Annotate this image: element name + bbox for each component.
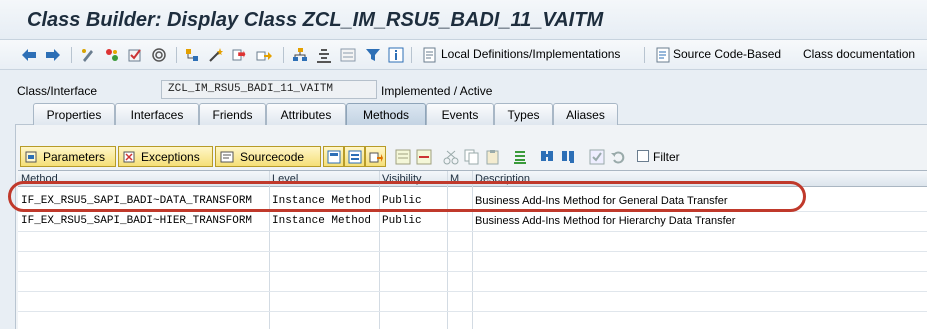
toolbar-separator: [71, 47, 72, 63]
class-interface-field[interactable]: ZCL_IM_RSU5_BADI_11_VAITM: [161, 80, 377, 99]
hierarchy-icon[interactable]: [291, 45, 309, 65]
exceptions-button[interactable]: Exceptions: [118, 146, 213, 167]
tab-properties[interactable]: Properties: [33, 103, 115, 125]
tab-attributes[interactable]: Attributes: [266, 103, 346, 125]
tab-events[interactable]: Events: [426, 103, 494, 125]
class-status: Implemented / Active: [381, 84, 493, 98]
back-arrow-icon[interactable]: [20, 45, 38, 65]
find-next-icon[interactable]: [557, 146, 578, 167]
tab-types[interactable]: Types: [494, 103, 553, 125]
toolbar-separator: [176, 47, 177, 63]
info-icon[interactable]: [387, 45, 405, 65]
method-cell[interactable]: IF_EX_RSU5_SAPI_BADI~DATA_TRANSFORM: [21, 195, 252, 207]
toolbar-separator: [411, 47, 412, 63]
class-interface-row: Class/Interface ZCL_IM_RSU5_BADI_11_VAIT…: [0, 79, 927, 101]
sourcecode-icon: [220, 151, 234, 162]
tab-friends[interactable]: Friends: [199, 103, 266, 125]
insert-row-icon[interactable]: [392, 146, 413, 167]
empty-row: [18, 232, 927, 252]
exceptions-icon: [123, 151, 135, 162]
copy-icon[interactable]: [461, 146, 482, 167]
align-center-icon[interactable]: [315, 45, 333, 65]
parameters-button[interactable]: Parameters: [20, 146, 116, 167]
window-title: Class Builder: Display Class ZCL_IM_RSU5…: [27, 9, 604, 31]
object-list-icon[interactable]: [183, 45, 201, 65]
layout-icon[interactable]: [339, 45, 357, 65]
empty-row: [18, 292, 927, 312]
active-inactive-icon[interactable]: [103, 45, 121, 65]
magic-wand-icon[interactable]: [207, 45, 225, 65]
methods-table: Method Level Visibility M Description IF…: [18, 170, 927, 329]
empty-row: [18, 272, 927, 292]
cut-icon[interactable]: [440, 146, 461, 167]
column-header-visibility[interactable]: Visibility: [382, 173, 422, 185]
insert-object-icon[interactable]: [255, 45, 273, 65]
level-cell[interactable]: Instance Method: [272, 215, 371, 227]
local-definitions-icon[interactable]: [421, 45, 439, 65]
column-header-level[interactable]: Level: [272, 173, 298, 185]
filter-label: Filter: [653, 150, 680, 164]
tab-strip: Properties Interfaces Friends Attributes…: [0, 103, 927, 125]
sourcecode-label: Sourcecode: [240, 149, 305, 164]
filter-checkbox[interactable]: [637, 150, 649, 162]
table-row[interactable]: IF_EX_RSU5_SAPI_BADI~DATA_TRANSFORM Inst…: [18, 192, 927, 212]
application-toolbar: Local Definitions/Implementations Source…: [0, 40, 927, 70]
check-entries-icon[interactable]: [586, 146, 607, 167]
exceptions-label: Exceptions: [141, 149, 200, 164]
redefine-icon[interactable]: [365, 146, 386, 167]
source-code-icon[interactable]: [655, 45, 671, 65]
title-bar: Class Builder: Display Class ZCL_IM_RSU5…: [0, 0, 927, 40]
description-cell[interactable]: Business Add-Ins Method for General Data…: [475, 195, 728, 207]
column-header-m[interactable]: M: [450, 173, 459, 185]
local-definitions-button[interactable]: Local Definitions/Implementations: [441, 47, 620, 61]
description-cell[interactable]: Business Add-Ins Method for Hierarchy Da…: [475, 215, 735, 227]
forward-arrow-icon[interactable]: [44, 45, 62, 65]
check-icon[interactable]: [126, 45, 144, 65]
toolbar-separator: [283, 47, 284, 63]
filter-icon[interactable]: [364, 45, 382, 65]
empty-row: [18, 252, 927, 272]
paste-icon[interactable]: [482, 146, 503, 167]
sort-icon[interactable]: [509, 146, 530, 167]
delete-row-icon[interactable]: [413, 146, 434, 167]
class-interface-label: Class/Interface: [17, 84, 98, 98]
tab-aliases[interactable]: Aliases: [553, 103, 618, 125]
method-cell[interactable]: IF_EX_RSU5_SAPI_BADI~HIER_TRANSFORM: [21, 215, 252, 227]
visibility-cell[interactable]: Public: [382, 215, 422, 227]
navigation-icon[interactable]: [230, 45, 248, 65]
method-detail-icon[interactable]: [323, 146, 344, 167]
level-cell[interactable]: Instance Method: [272, 195, 371, 207]
column-header-description[interactable]: Description: [475, 173, 530, 185]
toolbar-separator: [644, 47, 645, 63]
sourcecode-button[interactable]: Sourcecode: [215, 146, 321, 167]
column-header-method[interactable]: Method: [21, 173, 58, 185]
visibility-cell[interactable]: Public: [382, 195, 422, 207]
empty-row: [18, 312, 927, 329]
find-icon[interactable]: [536, 146, 557, 167]
class-documentation-button[interactable]: Class documentation: [803, 47, 915, 61]
undo-icon[interactable]: [607, 146, 628, 167]
table-row[interactable]: IF_EX_RSU5_SAPI_BADI~HIER_TRANSFORM Inst…: [18, 212, 927, 232]
display-change-icon[interactable]: [79, 45, 97, 65]
parameters-icon: [25, 151, 37, 162]
where-used-icon[interactable]: [150, 45, 168, 65]
tab-methods[interactable]: Methods: [346, 103, 426, 125]
method-list-icon[interactable]: [344, 146, 365, 167]
tab-interfaces[interactable]: Interfaces: [115, 103, 199, 125]
parameters-label: Parameters: [43, 149, 106, 164]
source-code-based-button[interactable]: Source Code-Based: [673, 47, 781, 61]
